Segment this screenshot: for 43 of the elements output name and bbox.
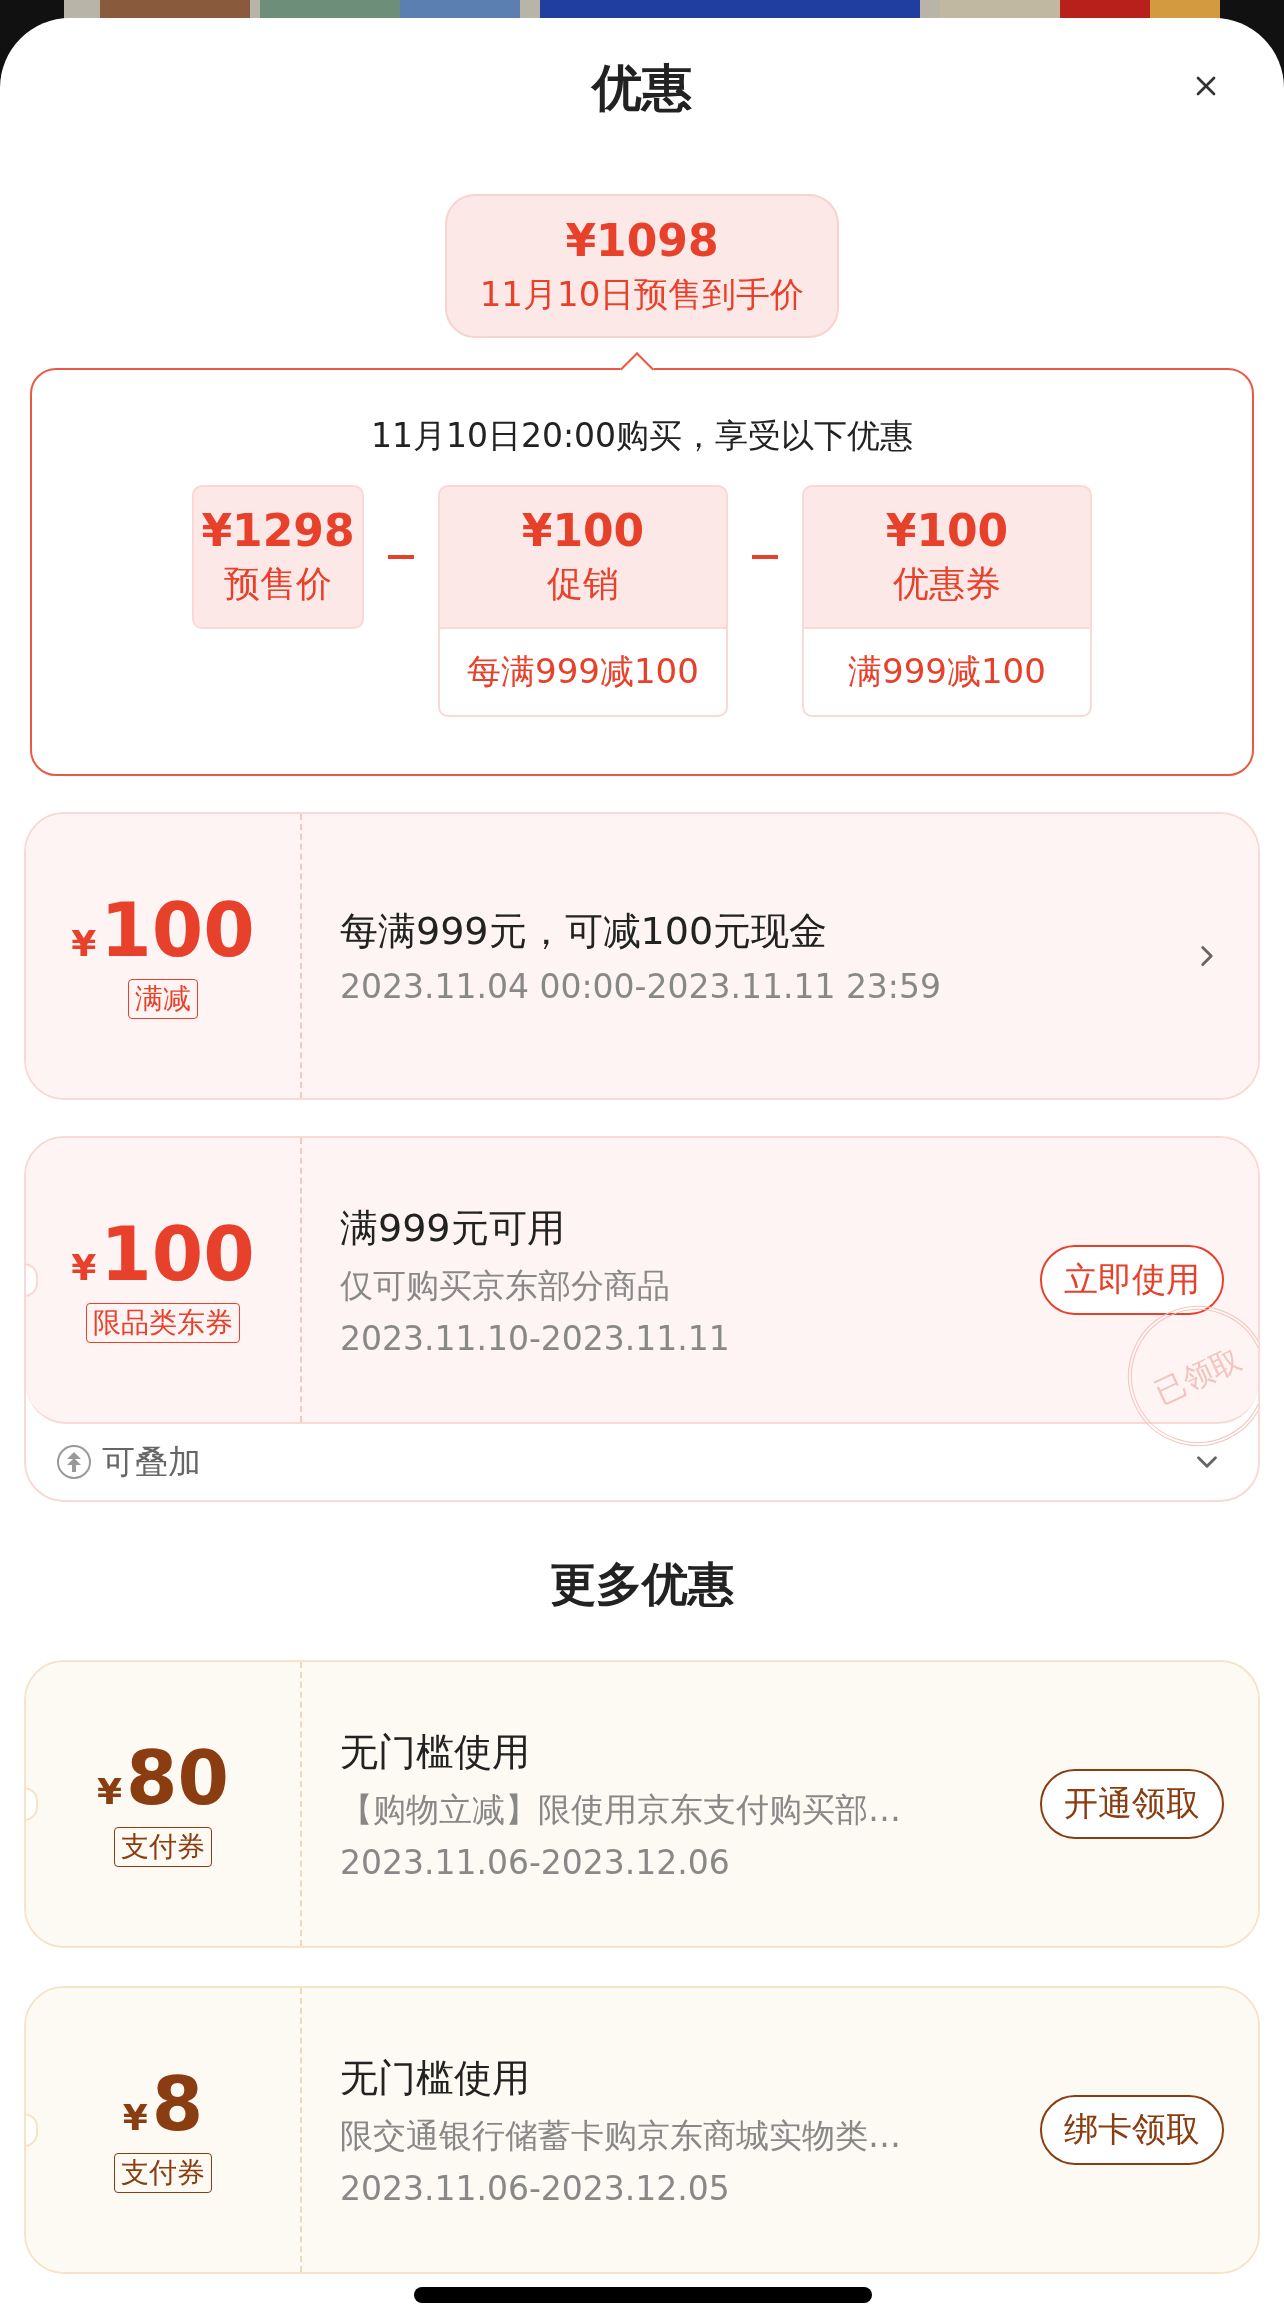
coupon-action-button[interactable]: 绑卡领取	[1040, 2095, 1224, 2165]
coupon-amount: 80	[126, 1741, 229, 1815]
sheet-title: 优惠	[592, 57, 692, 119]
coupon-detail: 限交通银行储蓄卡购京东商城实物类…	[340, 2114, 902, 2157]
coupon-detail: 2023.11.04 00:00-2023.11.11 23:59	[340, 967, 942, 1006]
coupon-type-tag: 支付券	[114, 2153, 212, 2193]
currency-symbol: ¥	[71, 923, 97, 964]
coupon-amount: 100	[100, 1217, 255, 1291]
coupon-type-tag: 支付券	[114, 1827, 212, 1867]
coupon-amount: 100	[100, 893, 255, 967]
currency-symbol: ¥	[122, 2097, 148, 2138]
minus-icon	[752, 555, 778, 559]
coupon-detail: 2023.11.10-2023.11.11	[340, 1318, 731, 1358]
section-title: 更多优惠	[550, 1556, 734, 1613]
chip-amount: ¥100	[521, 505, 645, 556]
coupon-detail: 仅可购买京东部分商品	[340, 1264, 671, 1307]
coupon-type-tag: 满减	[128, 979, 198, 1019]
coupon-title: 满999元可用	[340, 1204, 566, 1252]
coupon-title: 无门槛使用	[340, 1728, 531, 1776]
coupon-detail: 2023.11.06-2023.12.06	[340, 1842, 731, 1882]
coupon-detail: 2023.11.06-2023.12.05	[340, 2168, 731, 2208]
chip-label: 优惠券	[893, 562, 1001, 606]
coupon-title: 无门槛使用	[340, 2054, 531, 2102]
chip-label: 预售价	[224, 562, 332, 606]
final-price: ¥1098	[565, 214, 719, 266]
coupon-type-tag: 限品类东券	[86, 1303, 240, 1343]
breakdown-heading: 11月10日20:00购买，享受以下优惠	[370, 415, 914, 457]
coupon-title: 每满999元，可减100元现金	[340, 908, 829, 955]
coupon-amount: 8	[151, 2067, 204, 2141]
final-price-label: 11月10日预售到手价	[479, 272, 805, 316]
chip-label: 促销	[547, 562, 619, 606]
chip-condition: 每满999减100	[438, 629, 728, 717]
coupon-detail: 【购物立减】限使用京东支付购买部…	[340, 1788, 902, 1831]
currency-symbol: ¥	[96, 1771, 123, 1812]
chip-condition: 满999减100	[802, 629, 1092, 717]
coupon-action-button[interactable]: 开通领取	[1040, 1769, 1224, 1839]
stack-icon	[56, 1444, 92, 1480]
chip-amount: ¥100	[885, 505, 1009, 556]
chip-amount: ¥1298	[201, 505, 355, 556]
coupon-action-button[interactable]: 立即使用	[1040, 1245, 1224, 1315]
currency-symbol: ¥	[71, 1247, 97, 1288]
stackable-label: 可叠加	[102, 1440, 202, 1483]
minus-icon	[388, 555, 414, 559]
